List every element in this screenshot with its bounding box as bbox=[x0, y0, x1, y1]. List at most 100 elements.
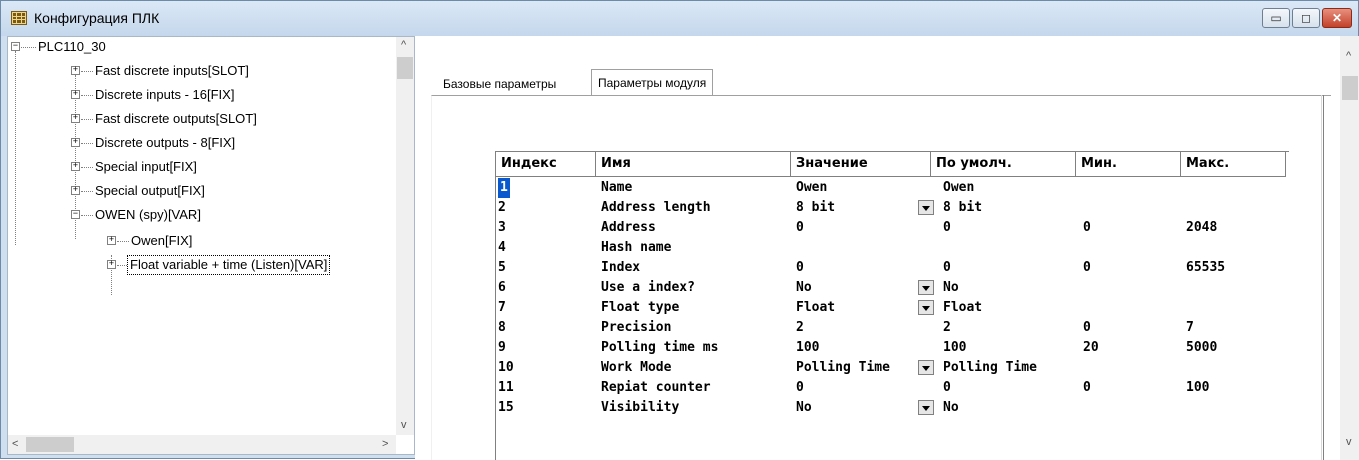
dropdown-arrow-icon[interactable] bbox=[918, 400, 934, 415]
param-default: 0 bbox=[943, 380, 951, 395]
collapse-toggle-icon[interactable]: − bbox=[71, 210, 80, 219]
table-row[interactable]: 2 Address length 8 bit 8 bit bbox=[496, 198, 1286, 218]
column-header-index[interactable]: Индекс bbox=[496, 152, 596, 177]
tree-item-owen-spy[interactable]: − OWEN (spy)[VAR] bbox=[8, 205, 388, 225]
param-max: 65535 bbox=[1186, 260, 1226, 275]
table-row[interactable]: 1 Name Owen Owen bbox=[496, 178, 1286, 198]
row-index: 11 bbox=[498, 380, 514, 395]
param-name: Use a index? bbox=[601, 280, 695, 295]
param-name: Name bbox=[601, 180, 633, 195]
tree-item-special-input[interactable]: + Special input[FIX] bbox=[8, 157, 388, 177]
tab-base-params[interactable]: Базовые параметры bbox=[437, 73, 562, 96]
row-index: 3 bbox=[498, 220, 506, 235]
param-max: 2048 bbox=[1186, 220, 1218, 235]
table-row[interactable]: 3 Address 0 0 0 2048 bbox=[496, 218, 1286, 238]
dropdown-arrow-icon[interactable] bbox=[918, 280, 934, 295]
param-name: Visibility bbox=[601, 400, 680, 415]
module-params-pane: Базовые параметры Параметры модуля Индек… bbox=[415, 36, 1359, 460]
row-index: 8 bbox=[498, 320, 506, 335]
plc-tree-pane: − PLC110_30 + Fast discrete inputs[SLOT]… bbox=[7, 36, 415, 455]
scroll-down-icon[interactable]: v bbox=[1346, 436, 1352, 448]
param-value[interactable]: No bbox=[796, 398, 812, 418]
tree-horizontal-scrollbar[interactable]: < > bbox=[8, 435, 396, 454]
param-value[interactable]: 0 bbox=[796, 218, 804, 238]
expand-toggle-icon[interactable]: + bbox=[71, 114, 80, 123]
tree-item-float-variable[interactable]: + Float variable + time (Listen)[VAR] bbox=[8, 255, 388, 275]
table-row[interactable]: 7 Float type Float Float bbox=[496, 298, 1286, 318]
tree-item-owen-fix[interactable]: + Owen[FIX] bbox=[8, 231, 388, 251]
tree-vertical-scrollbar[interactable]: ^ v bbox=[396, 37, 414, 435]
close-button[interactable]: ✕ bbox=[1322, 8, 1352, 28]
param-default: 8 bit bbox=[943, 200, 983, 215]
param-value[interactable]: Owen bbox=[796, 178, 827, 198]
scroll-thumb[interactable] bbox=[1342, 76, 1358, 100]
expand-toggle-icon[interactable]: + bbox=[107, 260, 116, 269]
tab-module-params[interactable]: Параметры модуля bbox=[591, 69, 714, 96]
param-name: Precision bbox=[601, 320, 672, 335]
tree-root-label: PLC110_30 bbox=[38, 39, 106, 54]
scroll-up-icon[interactable]: ^ bbox=[1346, 50, 1351, 62]
expand-toggle-icon[interactable]: + bbox=[71, 66, 80, 75]
table-row[interactable]: 5 Index 0 0 0 65535 bbox=[496, 258, 1286, 278]
expand-toggle-icon[interactable]: + bbox=[71, 138, 80, 147]
dropdown-arrow-icon[interactable] bbox=[918, 360, 934, 375]
table-row[interactable]: 6 Use a index? No No bbox=[496, 278, 1286, 298]
scroll-left-icon[interactable]: < bbox=[12, 438, 18, 450]
maximize-button[interactable]: ◻ bbox=[1292, 8, 1320, 28]
tree-item-label: Fast discrete outputs[SLOT] bbox=[95, 111, 257, 126]
expand-toggle-icon[interactable]: + bbox=[71, 90, 80, 99]
param-default: Owen bbox=[943, 180, 975, 195]
param-max: 7 bbox=[1186, 320, 1194, 335]
params-table: Индекс Имя Значение По умолч. Мин. Макс.… bbox=[495, 151, 1289, 460]
table-row[interactable]: 8 Precision 2 2 0 7 bbox=[496, 318, 1286, 338]
table-row[interactable]: 10 Work Mode Polling Time Polling Time bbox=[496, 358, 1286, 378]
scroll-right-icon[interactable]: > bbox=[382, 438, 388, 450]
param-value[interactable]: 0 bbox=[796, 258, 804, 278]
tree-item-label: Owen[FIX] bbox=[131, 233, 193, 248]
table-row[interactable]: 4 Hash name bbox=[496, 238, 1286, 258]
row-index: 2 bbox=[498, 200, 506, 215]
param-value[interactable]: No bbox=[796, 278, 812, 298]
tree-root-plc[interactable]: − PLC110_30 bbox=[8, 37, 388, 57]
table-row[interactable]: 9 Polling time ms 100 100 20 5000 bbox=[496, 338, 1286, 358]
param-value[interactable]: 8 bit bbox=[796, 198, 835, 218]
dropdown-arrow-icon[interactable] bbox=[918, 300, 934, 315]
param-name: Repiat counter bbox=[601, 380, 711, 395]
param-default: Float bbox=[943, 300, 983, 315]
param-value[interactable]: 2 bbox=[796, 318, 804, 338]
param-name: Address bbox=[601, 220, 656, 235]
tree-item-special-output[interactable]: + Special output[FIX] bbox=[8, 181, 388, 201]
row-index: 1 bbox=[498, 178, 510, 198]
tree-item-label: Discrete inputs - 16[FIX] bbox=[95, 87, 235, 102]
param-value[interactable]: 100 bbox=[796, 338, 819, 358]
expand-toggle-icon[interactable]: + bbox=[71, 186, 80, 195]
table-row[interactable]: 11 Repiat counter 0 0 0 100 bbox=[496, 378, 1286, 398]
minimize-button[interactable]: ▭ bbox=[1262, 8, 1290, 28]
param-value[interactable]: Polling Time bbox=[796, 358, 890, 378]
expand-toggle-icon[interactable]: + bbox=[71, 162, 80, 171]
tree-item-fast-discrete-inputs[interactable]: + Fast discrete inputs[SLOT] bbox=[8, 61, 388, 81]
params-vertical-scrollbar[interactable]: ^ v bbox=[1340, 36, 1359, 460]
dropdown-arrow-icon[interactable] bbox=[918, 200, 934, 215]
scroll-thumb[interactable] bbox=[397, 57, 413, 79]
param-default: 0 bbox=[943, 260, 951, 275]
column-header-min[interactable]: Мин. bbox=[1076, 152, 1181, 177]
column-header-default[interactable]: По умолч. bbox=[931, 152, 1076, 177]
expand-toggle-icon[interactable]: + bbox=[107, 236, 116, 245]
tree-item-discrete-outputs[interactable]: + Discrete outputs - 8[FIX] bbox=[8, 133, 388, 153]
table-row[interactable]: 15 Visibility No No bbox=[496, 398, 1286, 418]
tree-item-fast-discrete-outputs[interactable]: + Fast discrete outputs[SLOT] bbox=[8, 109, 388, 129]
tree-item-discrete-inputs[interactable]: + Discrete inputs - 16[FIX] bbox=[8, 85, 388, 105]
param-name: Hash name bbox=[601, 240, 672, 255]
param-value[interactable]: 0 bbox=[796, 378, 804, 398]
scroll-down-icon[interactable]: v bbox=[401, 419, 407, 431]
title-bar[interactable]: Конфигурация ПЛК ▭ ◻ ✕ bbox=[1, 1, 1358, 36]
collapse-toggle-icon[interactable]: − bbox=[11, 42, 20, 51]
column-header-max[interactable]: Макс. bbox=[1181, 152, 1286, 177]
column-header-name[interactable]: Имя bbox=[596, 152, 791, 177]
scroll-thumb[interactable] bbox=[26, 437, 74, 452]
tree-item-label: Special input[FIX] bbox=[95, 159, 197, 174]
param-value[interactable]: Float bbox=[796, 298, 835, 318]
column-header-value[interactable]: Значение bbox=[791, 152, 931, 177]
scroll-up-icon[interactable]: ^ bbox=[401, 39, 406, 51]
